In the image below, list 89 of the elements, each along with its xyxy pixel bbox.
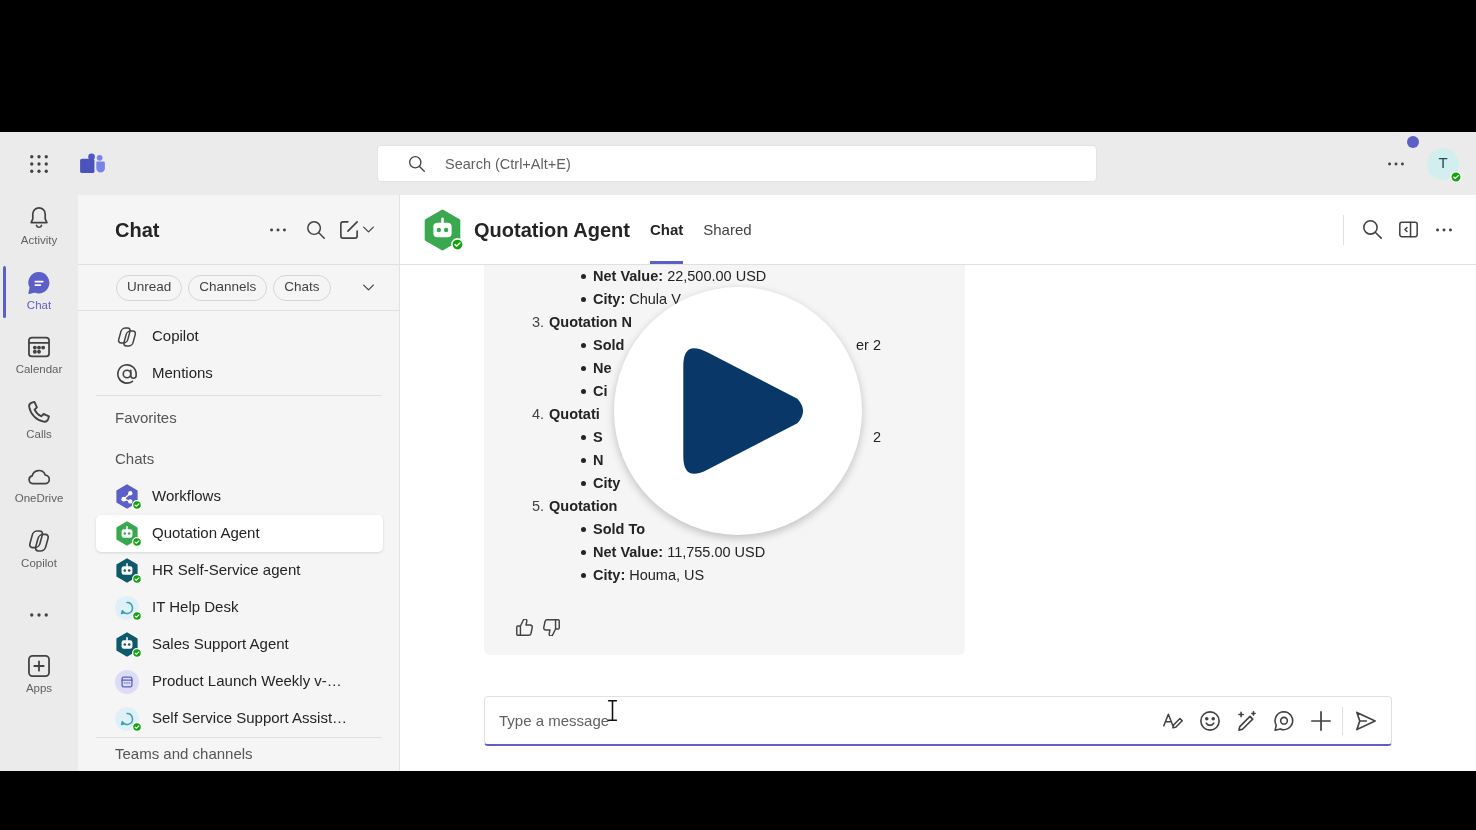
bullet-icon bbox=[581, 458, 586, 463]
chat-list-item[interactable]: Sales Support Agent bbox=[96, 626, 383, 663]
compose-icon[interactable] bbox=[340, 220, 358, 239]
plus-icon[interactable] bbox=[1311, 710, 1331, 731]
caret-icon[interactable] bbox=[362, 284, 374, 291]
list-item-text: Ci bbox=[593, 382, 608, 401]
bullet-icon bbox=[581, 343, 586, 348]
panel-title: Chat bbox=[115, 217, 160, 242]
nav-rail-button[interactable]: Chat bbox=[0, 261, 78, 326]
more-icon[interactable] bbox=[1388, 161, 1404, 166]
bot-avatar-icon bbox=[424, 208, 461, 251]
search-icon bbox=[409, 155, 425, 172]
list-item-text: City: Houma, US bbox=[593, 566, 705, 585]
list-number: 5. bbox=[532, 497, 546, 516]
more-icon[interactable] bbox=[1436, 227, 1452, 232]
text-format-icon[interactable] bbox=[1163, 710, 1183, 731]
speech-bubble-icon[interactable] bbox=[1274, 710, 1294, 731]
app-grid-icon[interactable] bbox=[30, 154, 48, 173]
bullet-icon bbox=[581, 435, 586, 440]
nav-rail-button[interactable]: OneDrive bbox=[0, 455, 78, 520]
section-header[interactable]: Chats bbox=[78, 440, 399, 478]
bullet-icon bbox=[581, 573, 586, 578]
chat-list-item[interactable]: Self Service Support Assist… bbox=[96, 700, 383, 737]
bell-icon bbox=[28, 207, 50, 229]
calendar-icon bbox=[28, 336, 50, 358]
chat-list-item[interactable]: Product Launch Weekly v-… bbox=[96, 663, 383, 700]
thumbs-down-icon[interactable] bbox=[543, 618, 560, 636]
bullet-icon bbox=[581, 366, 586, 371]
account-avatar[interactable]: T bbox=[1427, 147, 1459, 180]
list-item-text: City: Chula V bbox=[593, 290, 681, 309]
message-input[interactable]: Type a message bbox=[499, 705, 1146, 736]
more-icon bbox=[30, 612, 48, 617]
nav-rail-button[interactable]: Calendar bbox=[0, 326, 78, 391]
chat-title: Quotation Agent bbox=[474, 217, 630, 242]
interlocking-loops-icon bbox=[28, 529, 50, 552]
list-item-text: Quotation N bbox=[549, 313, 632, 332]
search-icon[interactable] bbox=[1362, 220, 1382, 239]
sparkle-pen-icon[interactable] bbox=[1237, 710, 1257, 731]
list-item-text: S bbox=[593, 428, 603, 447]
bullet-icon bbox=[581, 481, 586, 486]
chat-list-item[interactable]: Mentions bbox=[96, 355, 383, 392]
add-app-icon bbox=[28, 655, 50, 677]
side-panel-icon[interactable] bbox=[1398, 220, 1418, 239]
nav-rail-button[interactable]: Activity bbox=[0, 197, 78, 262]
bullet-icon bbox=[581, 550, 586, 555]
list-item-text: Net Value: 22,500.00 USD bbox=[593, 267, 767, 286]
app-logo-icon[interactable] bbox=[80, 153, 105, 174]
bullet-icon bbox=[581, 389, 586, 394]
emoji-icon[interactable] bbox=[1200, 710, 1220, 731]
chat-list-item[interactable]: Workflows bbox=[96, 478, 383, 515]
list-item-text: Quotation bbox=[549, 497, 618, 516]
nav-rail-button[interactable]: Apps bbox=[0, 645, 78, 710]
bullet-icon bbox=[581, 274, 586, 279]
nav-rail-button[interactable]: Copilot bbox=[0, 519, 78, 584]
tab[interactable]: Shared bbox=[703, 195, 752, 264]
list-item-text: Ne bbox=[593, 359, 612, 378]
notification-dot-icon bbox=[1407, 135, 1419, 148]
list-item-text: Net Value: 11,755.00 USD bbox=[593, 543, 766, 562]
bullet-icon bbox=[581, 527, 586, 532]
bullet-icon bbox=[581, 297, 586, 302]
list-item-text: Sold bbox=[593, 336, 625, 355]
chat-list-item[interactable]: HR Self-Service agent bbox=[96, 552, 383, 589]
search-bar[interactable]: Search (Ctrl+Alt+E) bbox=[377, 145, 1097, 182]
list-item-text: Quotati bbox=[549, 405, 600, 424]
list-number: 4. bbox=[532, 405, 546, 424]
phone-icon bbox=[28, 400, 50, 423]
more-icon[interactable] bbox=[270, 227, 286, 232]
list-item-text: City bbox=[593, 474, 621, 493]
chat-list-item[interactable]: Copilot bbox=[96, 318, 383, 355]
section-header[interactable]: Teams and channels bbox=[78, 738, 399, 771]
chat-list-item[interactable]: IT Help Desk bbox=[96, 589, 383, 626]
list-item-text: er 2 bbox=[856, 336, 881, 355]
at-sign-icon bbox=[117, 363, 137, 384]
text-cursor-icon bbox=[607, 700, 618, 721]
list-item-text: Sold To bbox=[593, 520, 646, 539]
chat-icon bbox=[28, 271, 50, 294]
list-number: 3. bbox=[532, 313, 546, 332]
list-item-text: N bbox=[593, 451, 604, 470]
compose-box[interactable]: Type a message bbox=[484, 696, 1392, 746]
interlocking-loops-icon bbox=[117, 326, 137, 347]
section-header[interactable]: Favorites bbox=[78, 396, 399, 440]
search-icon[interactable] bbox=[307, 220, 325, 239]
search-input[interactable]: Search (Ctrl+Alt+E) bbox=[445, 148, 1096, 179]
thumbs-up-icon[interactable] bbox=[516, 618, 533, 636]
chat-list-item[interactable]: Quotation Agent bbox=[96, 515, 383, 552]
nav-rail-button[interactable]: Calls bbox=[0, 390, 78, 455]
caret-icon[interactable] bbox=[363, 226, 374, 233]
send-icon[interactable] bbox=[1356, 710, 1376, 731]
list-item-text: 2 bbox=[872, 428, 881, 447]
